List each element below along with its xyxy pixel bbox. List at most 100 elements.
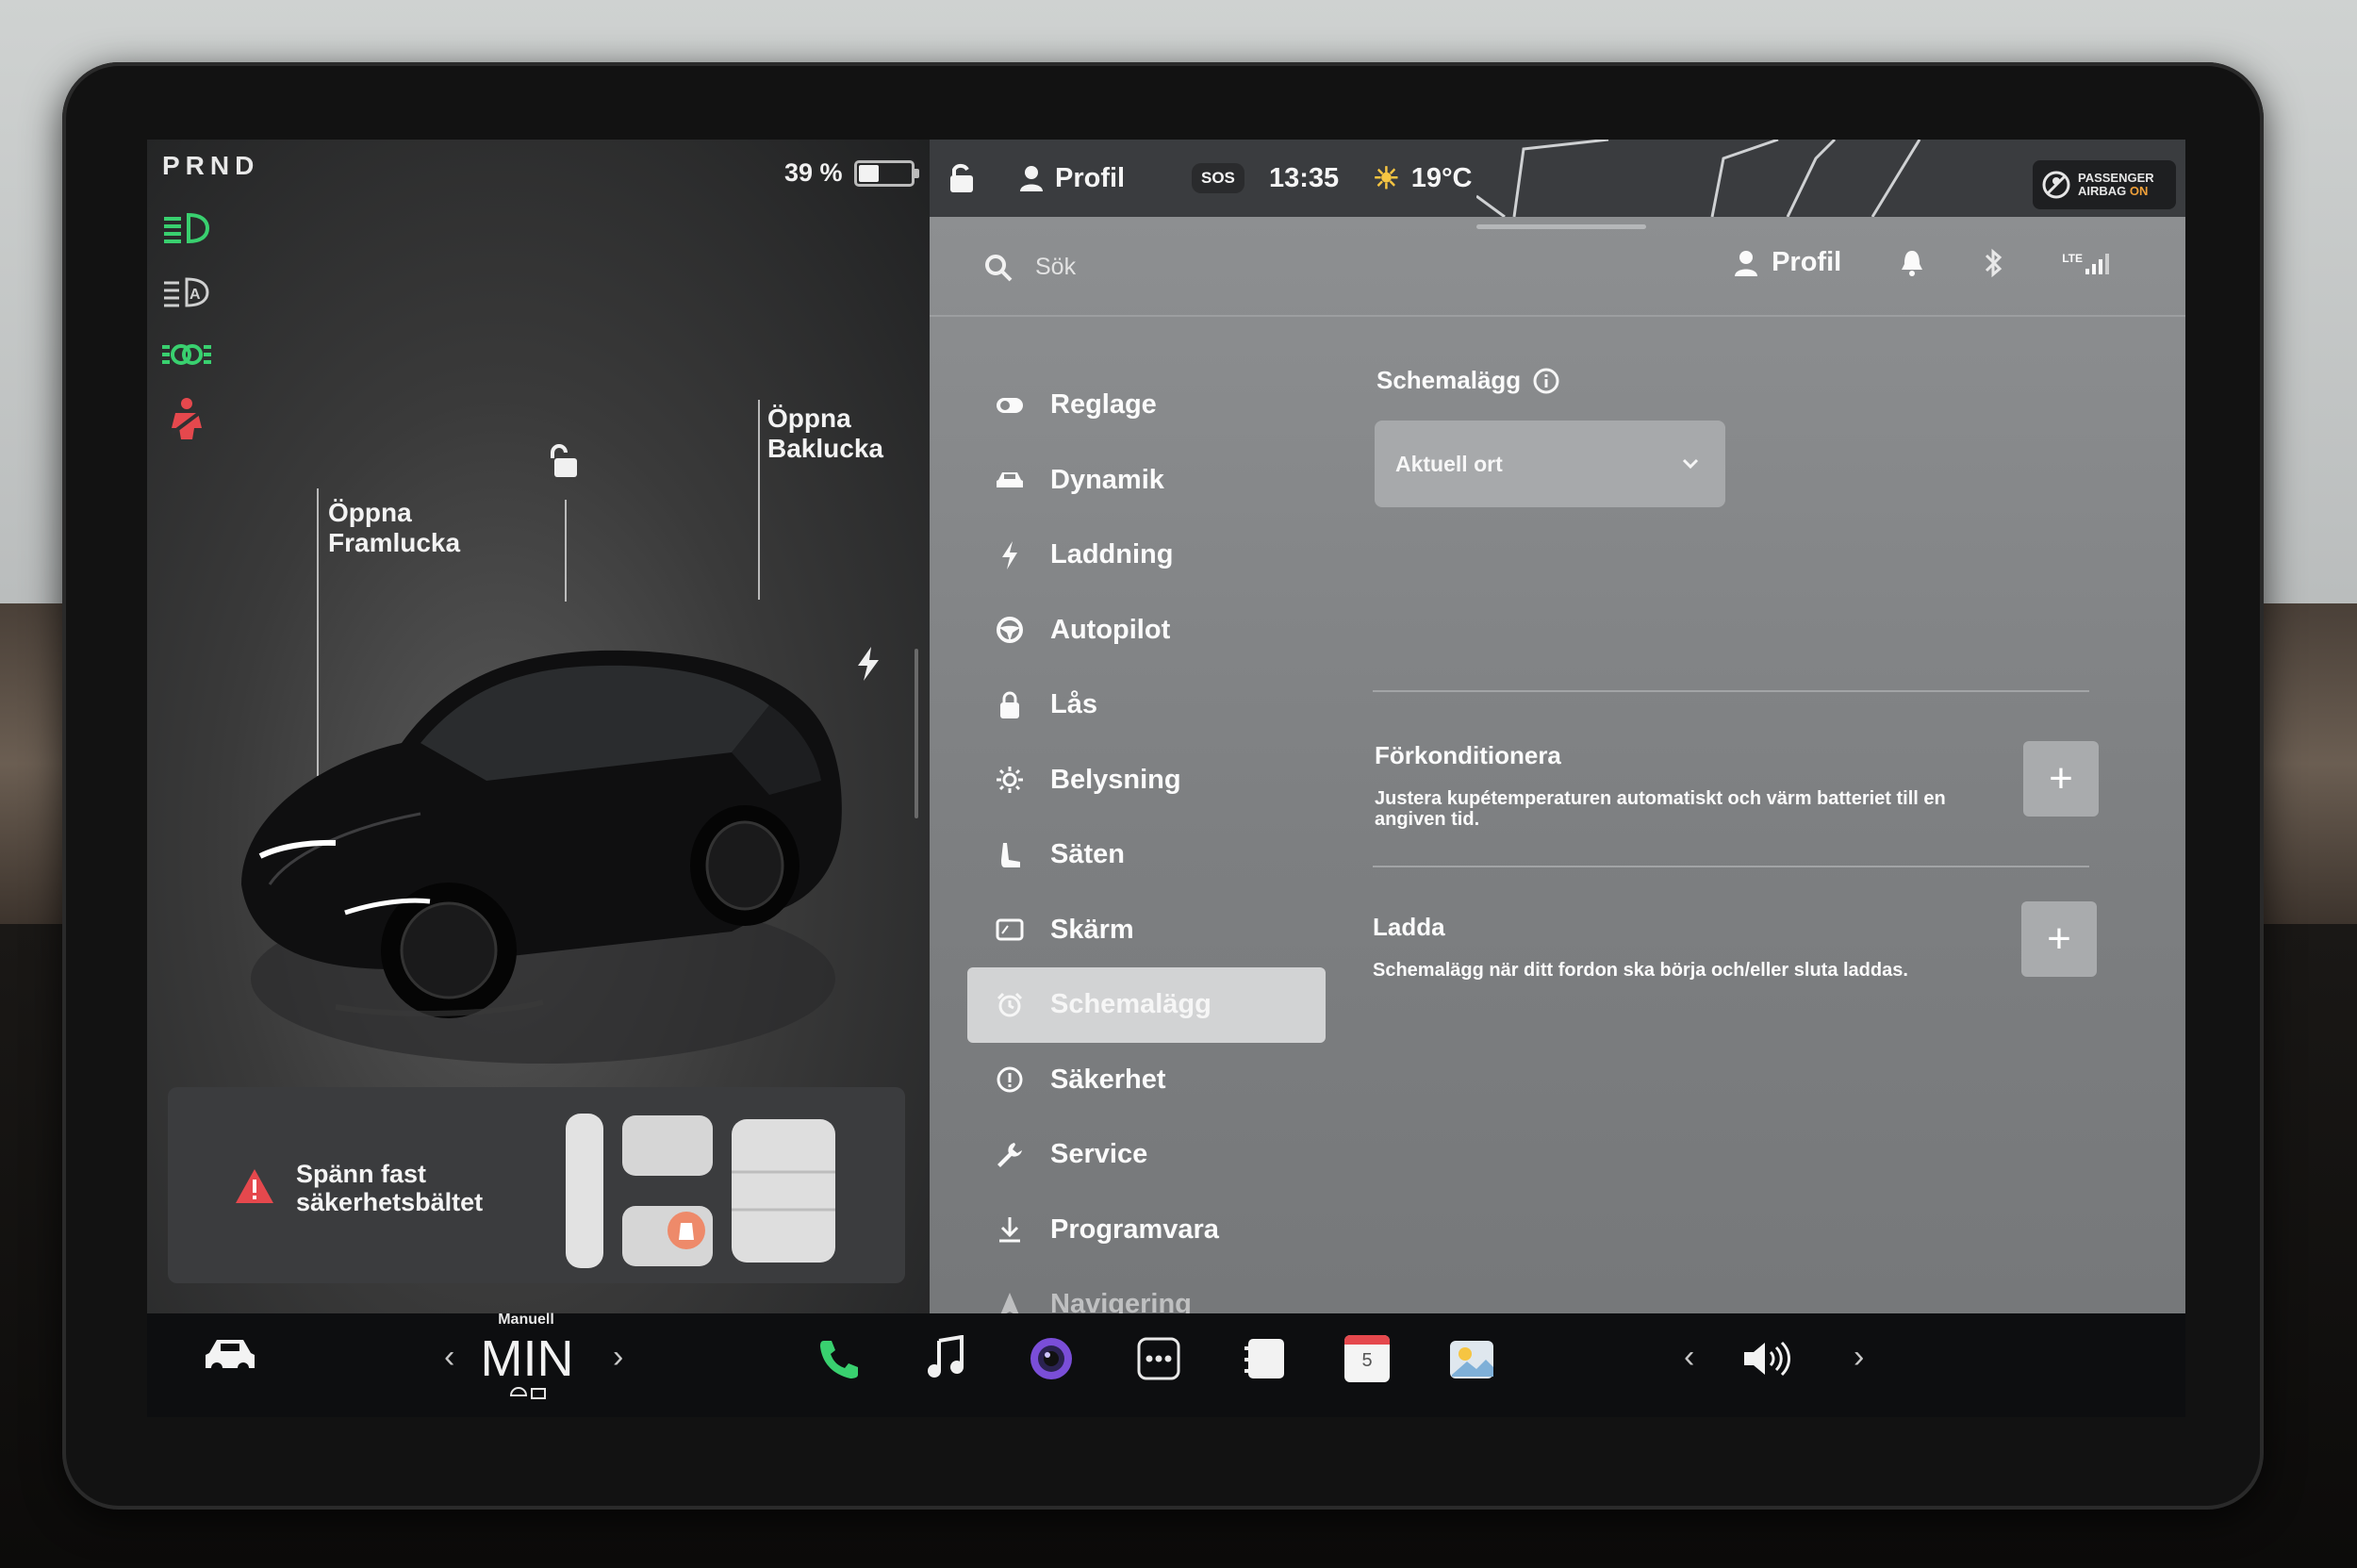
touchscreen: PRND 39 % A Öppna Framlucka Öppna Bakluc…: [147, 140, 2185, 1417]
airbag-state: ON: [2129, 184, 2149, 198]
more-apps-icon[interactable]: [1137, 1337, 1180, 1380]
status-profile-label: Profil: [1055, 162, 1126, 193]
car-icon[interactable]: [202, 1332, 258, 1378]
search-bar[interactable]: [984, 253, 1320, 282]
menu-item-label: Säten: [1050, 839, 1125, 870]
volume-up-chevron[interactable]: ›: [1854, 1339, 1864, 1376]
auto-high-beam-icon: A: [164, 277, 209, 307]
menu-item-label: Laddning: [1050, 539, 1174, 570]
car-panel: PRND 39 % A Öppna Framlucka Öppna Bakluc…: [147, 140, 930, 1313]
menu-item-reglage[interactable]: Reglage: [967, 368, 1326, 443]
menu-item-label: Service: [1050, 1139, 1148, 1170]
unlock-icon[interactable]: [545, 443, 581, 481]
seatbelt-warning-icon: [170, 398, 204, 439]
person-icon: [1020, 166, 1043, 191]
toybox-icon[interactable]: [1243, 1335, 1288, 1382]
profile-button[interactable]: Profil: [1734, 247, 1841, 278]
charge-port-icon[interactable]: [856, 647, 881, 681]
climate-mode-label: Manuell: [498, 1312, 554, 1328]
camera-icon[interactable]: [1028, 1335, 1075, 1382]
search-row: Profil LTE: [930, 234, 2185, 317]
schedule-title-row: Schemalägg: [1376, 366, 1560, 395]
alert-circle-icon: [994, 1064, 1026, 1096]
signal-bars-icon: [2085, 253, 2109, 274]
menu-item-skärm[interactable]: Skärm: [967, 893, 1326, 968]
svg-text:A: A: [190, 287, 201, 303]
lte-label: LTE: [2062, 251, 2083, 265]
lock-icon: [994, 689, 1026, 721]
map-preview: [1476, 140, 1921, 217]
status-bar: Profil SOS 13:35 ☀ 19°C PASSENGER AIRBAG…: [930, 140, 2185, 217]
search-icon: [985, 254, 1013, 281]
bell-icon[interactable]: [1900, 249, 1924, 277]
menu-item-lås[interactable]: Lås: [967, 668, 1326, 743]
bolt-icon: [994, 539, 1026, 571]
open-frunk-line1: Öppna: [328, 498, 412, 527]
calendar-day: 5: [1361, 1350, 1373, 1371]
battery-tip: [914, 168, 919, 178]
settings-panel: Profil SOS 13:35 ☀ 19°C PASSENGER AIRBAG…: [930, 140, 2185, 1319]
volume-icon[interactable]: [1740, 1337, 1793, 1380]
car-icon: [994, 464, 1026, 496]
panel-divider-handle[interactable]: [915, 649, 918, 818]
sheet-grabber[interactable]: [1476, 224, 1646, 229]
chevron-down-icon: [1682, 458, 1699, 470]
menu-item-autopilot[interactable]: Autopilot: [967, 593, 1326, 668]
menu-item-label: Lås: [1050, 689, 1097, 720]
charge-title: Ladda: [1373, 913, 1445, 941]
volume-down-chevron[interactable]: ‹: [1684, 1339, 1694, 1376]
menu-item-service[interactable]: Service: [967, 1117, 1326, 1193]
music-icon[interactable]: [926, 1335, 965, 1380]
menu-item-säkerhet[interactable]: Säkerhet: [967, 1043, 1326, 1118]
airbag-line1: PASSENGER: [2078, 171, 2154, 185]
add-charge-schedule-button[interactable]: +: [2021, 901, 2097, 977]
bluetooth-icon[interactable]: [1983, 248, 2003, 278]
open-trunk-label[interactable]: Öppna Baklucka: [767, 404, 883, 464]
search-input[interactable]: [1033, 253, 1320, 282]
menu-item-säten[interactable]: Säten: [967, 817, 1326, 893]
location-dropdown-value: Aktuell ort: [1395, 451, 1503, 476]
status-lock-icon[interactable]: [947, 140, 977, 217]
add-precondition-button[interactable]: +: [2023, 741, 2099, 817]
location-dropdown[interactable]: Aktuell ort: [1375, 421, 1725, 507]
open-trunk-line2: Baklucka: [767, 434, 883, 463]
charge-description: Schemalägg när ditt fordon ska börja och…: [1373, 960, 1908, 981]
precondition-title: Förkonditionera: [1375, 741, 1561, 769]
menu-item-dynamik[interactable]: Dynamik: [967, 443, 1326, 519]
seat-icon: [994, 839, 1026, 871]
headlights-on-icon: [164, 212, 210, 244]
passenger-airbag-indicator: PASSENGER AIRBAG ON: [2033, 160, 2176, 209]
menu-item-schemalägg[interactable]: Schemalägg: [967, 967, 1326, 1043]
status-profile[interactable]: Profil: [1019, 140, 1125, 217]
download-icon: [994, 1213, 1026, 1246]
toggle-icon: [994, 389, 1026, 421]
menu-item-laddning[interactable]: Laddning: [967, 518, 1326, 593]
defrost-icons[interactable]: [507, 1386, 549, 1403]
menu-item-belysning[interactable]: Belysning: [967, 743, 1326, 818]
menu-item-label: Skärm: [1050, 914, 1134, 945]
sos-badge: SOS: [1192, 163, 1244, 193]
gear-selector[interactable]: PRND: [162, 151, 259, 181]
phone-icon[interactable]: [816, 1337, 860, 1380]
sos-button[interactable]: SOS: [1192, 140, 1244, 217]
climate-fan-value[interactable]: MIN: [477, 1329, 577, 1388]
profile-label: Profil: [1772, 247, 1842, 277]
schedule-title: Schemalägg: [1376, 366, 1522, 394]
temp-down-chevron[interactable]: ‹: [444, 1339, 454, 1376]
info-icon[interactable]: [1532, 367, 1560, 395]
calendar-header: [1344, 1335, 1390, 1345]
menu-item-programvara[interactable]: Programvara: [967, 1193, 1326, 1268]
menu-item-label: Dynamik: [1050, 464, 1164, 495]
battery-fill: [858, 164, 879, 182]
menu-item-label: Belysning: [1050, 764, 1181, 795]
photos-icon[interactable]: [1448, 1333, 1497, 1382]
open-frunk-label[interactable]: Öppna Framlucka: [328, 498, 460, 558]
lte-signal: LTE: [2062, 252, 2110, 274]
alert-line2: säkerhetsbältet: [296, 1188, 484, 1216]
settings-menu: Reglage Dynamik Laddning Autopilot Lås Belysn…: [967, 368, 1326, 1343]
sun-icon: ☀: [1373, 161, 1400, 195]
wrench-icon: [994, 1139, 1026, 1171]
temp-up-chevron[interactable]: ›: [613, 1339, 623, 1376]
menu-item-label: Autopilot: [1050, 614, 1171, 645]
calendar-icon[interactable]: 5: [1344, 1335, 1390, 1382]
